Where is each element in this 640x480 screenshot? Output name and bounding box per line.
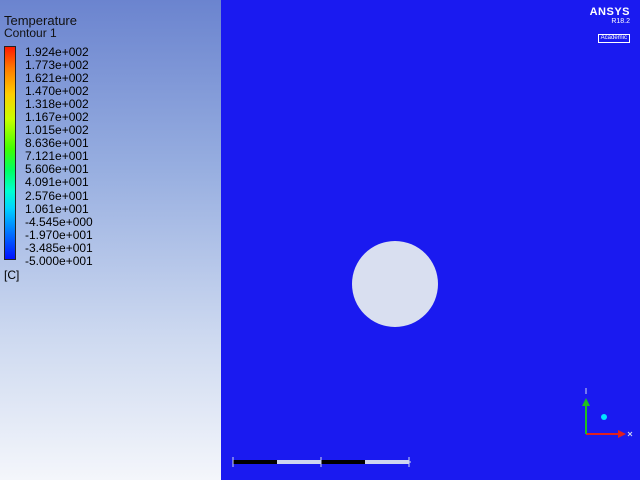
color-bar <box>4 46 16 260</box>
legend-tick: 1.061e+001 <box>25 201 89 216</box>
legend-tick: 4.091e+001 <box>25 175 89 190</box>
graphics-viewport[interactable]: Temperature Contour 1 1.924e+002 1.773e+… <box>0 0 640 480</box>
legend-tick: -3.485e+001 <box>25 240 93 255</box>
scale-bar <box>232 457 411 467</box>
legend-subtitle: Contour 1 <box>4 26 57 40</box>
legend-unit: [C] <box>4 268 20 282</box>
legend-tick-list: 1.924e+002 1.773e+002 1.621e+002 1.470e+… <box>25 45 93 268</box>
ansys-logo: ANSYS R18.2 Academic <box>590 6 630 44</box>
axis-triad-icon <box>582 388 633 438</box>
logo-name: ANSYS <box>589 6 630 18</box>
legend-tick: 2.576e+001 <box>25 188 89 203</box>
logo-version: R18.2 <box>611 18 630 25</box>
legend-tick: -4.545e+000 <box>25 214 93 229</box>
circular-hole <box>352 241 438 327</box>
legend-tick: -1.970e+001 <box>25 227 93 242</box>
legend-tick: -5.000e+001 <box>25 253 93 268</box>
logo-edition: Academic <box>597 34 630 43</box>
